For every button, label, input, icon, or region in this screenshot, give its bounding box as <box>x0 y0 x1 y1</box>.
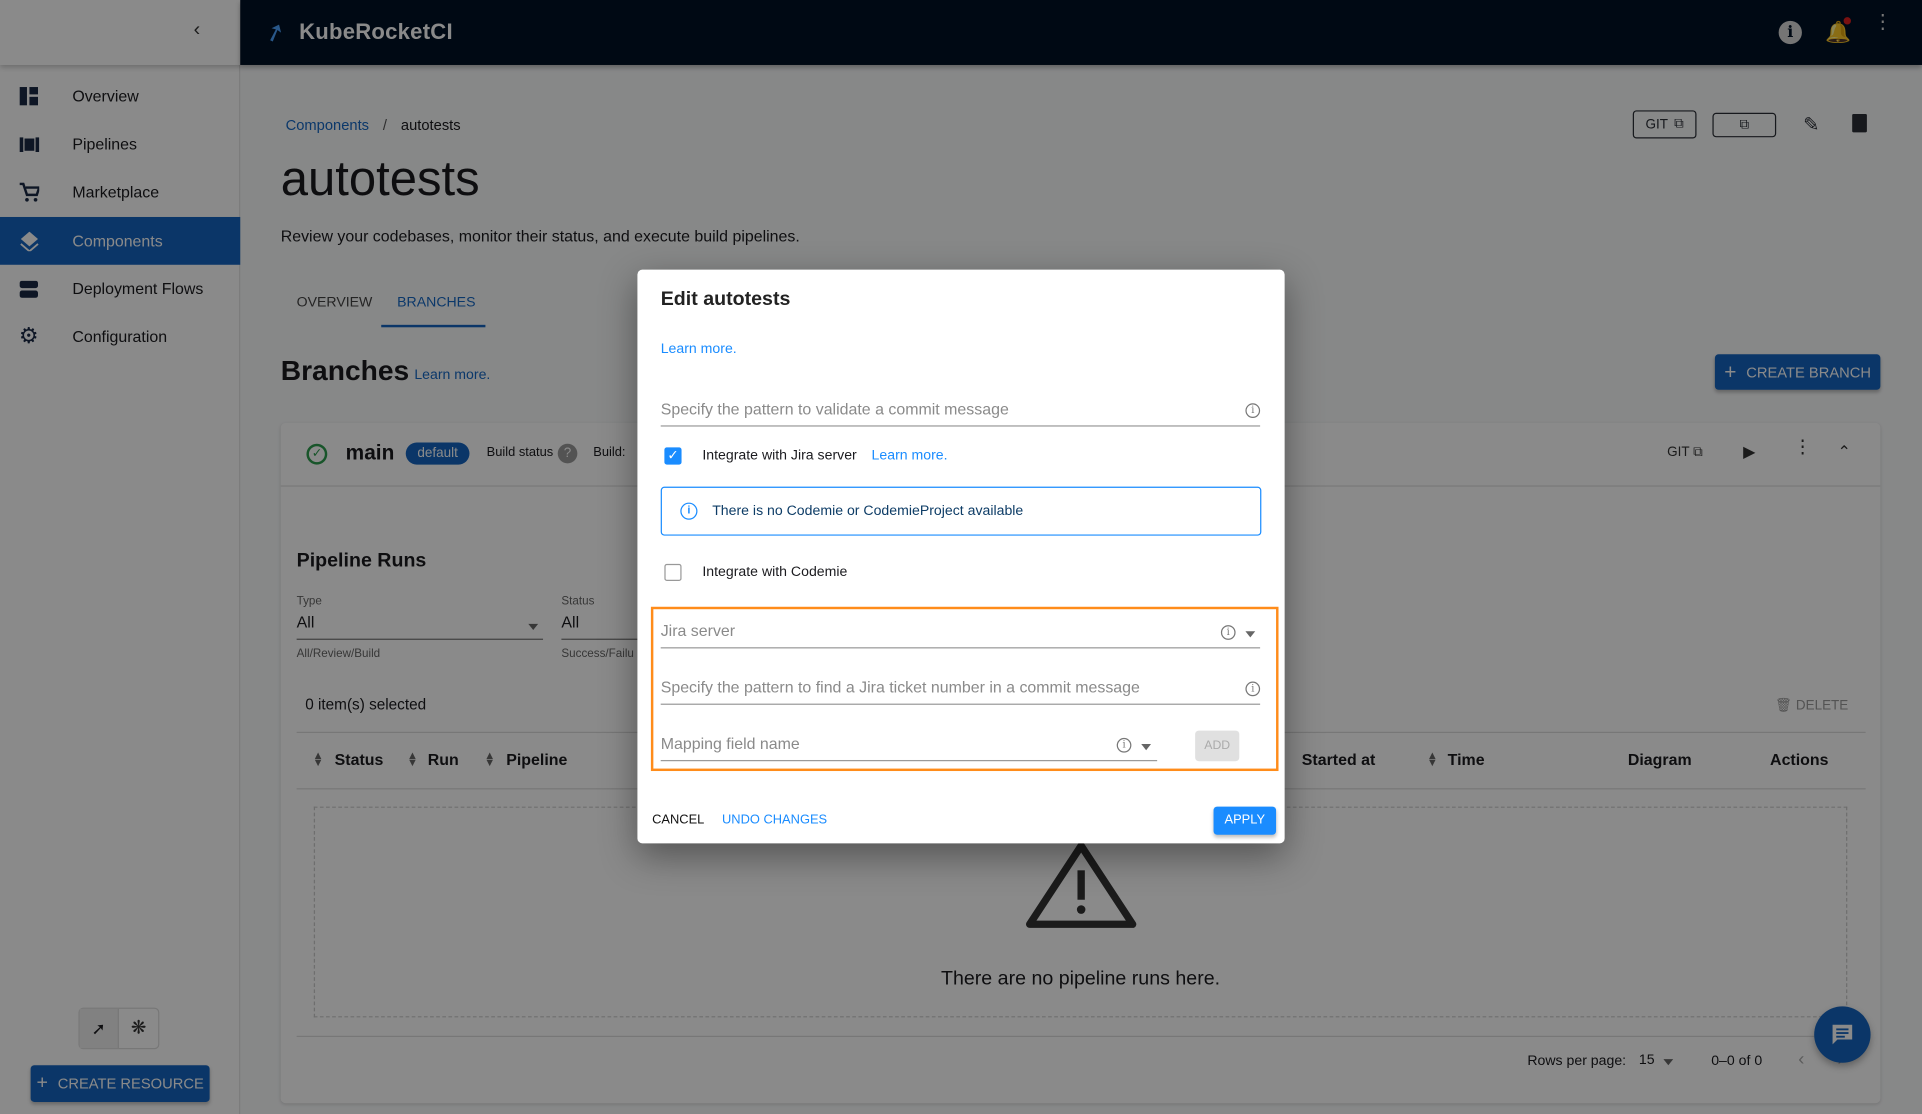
jira-server-select[interactable]: Jira server i <box>660 621 1261 649</box>
undo-changes-button[interactable]: UNDO CHANGES <box>722 813 827 828</box>
info-icon[interactable]: i <box>1116 737 1132 753</box>
jira-learn-more-link[interactable]: Learn more. <box>872 449 948 464</box>
add-mapping-button[interactable]: ADD <box>1195 730 1240 762</box>
mapping-field-select[interactable]: Mapping field name i <box>660 734 1158 762</box>
info-icon[interactable]: i <box>1245 681 1261 697</box>
info-icon[interactable]: i <box>1245 403 1261 418</box>
caret-down-icon <box>1245 631 1256 638</box>
edit-dialog: Edit autotests Learn more. Specify the p… <box>637 269 1285 844</box>
dialog-title: Edit autotests <box>660 289 791 311</box>
codemie-integration-label: Integrate with Codemie <box>702 565 848 580</box>
jira-ticket-pattern-input[interactable]: Specify the pattern to find a Jira ticke… <box>660 678 1261 705</box>
codemie-integration-checkbox[interactable] <box>664 563 682 582</box>
apply-button[interactable]: APPLY <box>1213 806 1277 835</box>
info-icon[interactable]: i <box>1220 625 1236 640</box>
jira-integration-checkbox[interactable]: ✓ <box>664 447 682 465</box>
codemie-info-alert: i There is no Codemie or CodemieProject … <box>660 486 1262 536</box>
info-icon: i <box>680 502 698 520</box>
cancel-button[interactable]: CANCEL <box>652 813 704 828</box>
commit-message-pattern-input[interactable]: Specify the pattern to validate a commit… <box>660 400 1261 427</box>
jira-integration-label: Integrate with Jira server <box>702 448 857 464</box>
caret-down-icon <box>1141 744 1152 751</box>
dialog-learn-more-link[interactable]: Learn more. <box>661 342 737 357</box>
